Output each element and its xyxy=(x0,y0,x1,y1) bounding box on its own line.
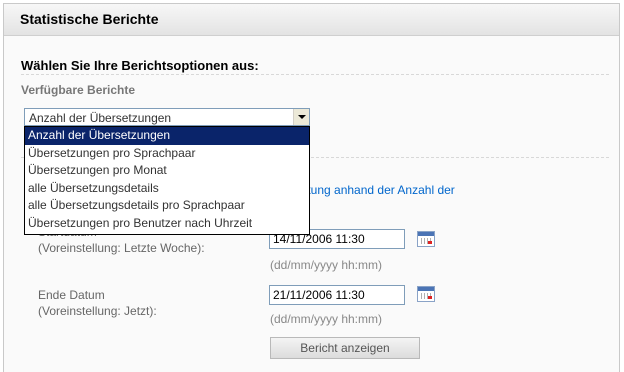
chevron-down-icon[interactable] xyxy=(293,109,309,125)
available-reports-label: Verfügbare Berichte xyxy=(21,83,136,97)
report-option[interactable]: alle Übersetzungsdetails pro Sprachpaar xyxy=(25,197,309,215)
statistics-panel: Statistische Berichte Wählen Sie Ihre Be… xyxy=(3,3,620,372)
panel-header: Statistische Berichte xyxy=(4,4,619,36)
start-format-hint: (dd/mm/yyyy hh:mm) xyxy=(270,258,383,272)
options-heading: Wählen Sie Ihre Berichtsoptionen aus: xyxy=(21,58,259,73)
show-report-button[interactable]: Bericht anzeigen xyxy=(270,337,420,359)
end-date-input[interactable]: 21/11/2006 11:30 xyxy=(269,285,405,305)
panel-content: Wählen Sie Ihre Berichtsoptionen aus: Ve… xyxy=(4,36,619,372)
report-option[interactable]: Übersetzungen pro Sprachpaar xyxy=(25,145,309,163)
report-option[interactable]: Übersetzungen pro Benutzer nach Uhrzeit xyxy=(25,215,309,233)
report-dropdown-list: Anzahl der Übersetzungen Übersetzungen p… xyxy=(24,126,310,235)
report-option[interactable]: alle Übersetzungsdetails xyxy=(25,180,309,198)
report-option[interactable]: Übersetzungen pro Monat xyxy=(25,162,309,180)
report-description: slastung anhand der Anzahl der xyxy=(286,183,455,197)
end-date-label: Ende Datum xyxy=(38,288,105,302)
report-option[interactable]: Anzahl der Übersetzungen xyxy=(25,127,309,145)
divider xyxy=(21,74,609,75)
panel-title: Statistische Berichte xyxy=(20,11,159,27)
start-default-note: (Voreinstellung: Letzte Woche): xyxy=(38,241,205,255)
end-format-hint: (dd/mm/yyyy hh:mm) xyxy=(270,312,383,326)
report-select[interactable]: Anzahl der Übersetzungen xyxy=(24,108,310,126)
calendar-icon[interactable] xyxy=(417,286,435,302)
report-select-value: Anzahl der Übersetzungen xyxy=(29,111,172,125)
end-default-note: (Voreinstellung: Jetzt): xyxy=(38,304,157,318)
calendar-icon[interactable] xyxy=(417,231,435,247)
